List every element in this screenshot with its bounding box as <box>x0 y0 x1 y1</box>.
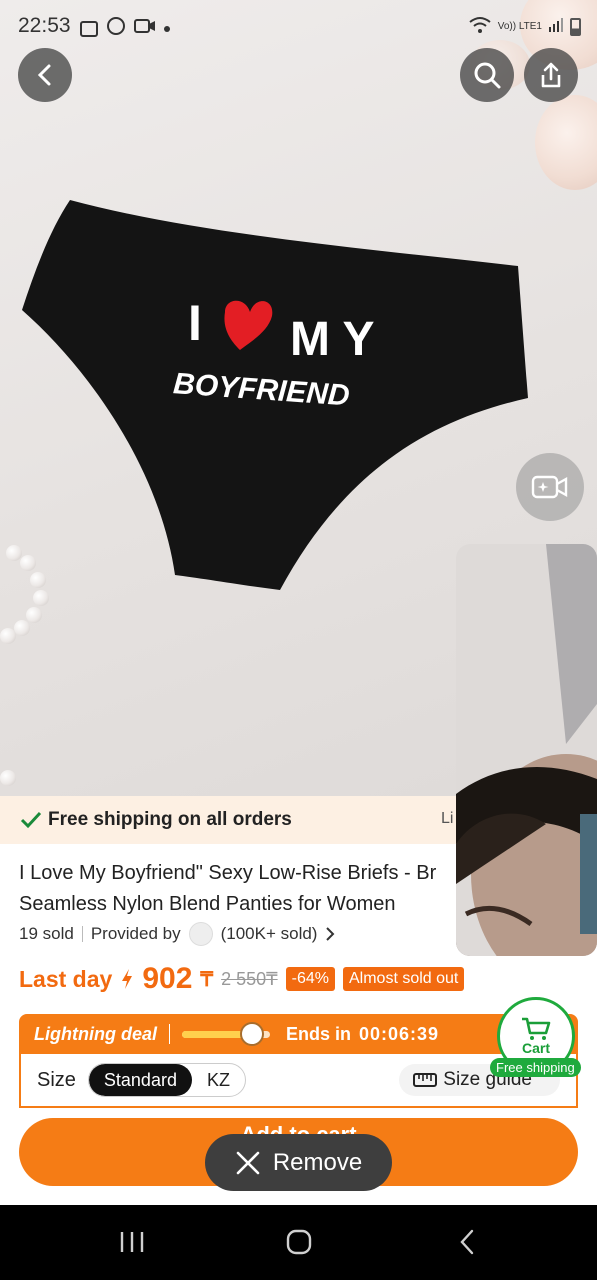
almost-sold-out-badge: Almost sold out <box>342 967 465 991</box>
print-text-my: M Y <box>290 313 374 366</box>
cart-label: Cart <box>521 1040 550 1056</box>
cart-free-shipping-badge: Free shipping <box>490 1058 581 1077</box>
divider <box>169 1024 170 1044</box>
back-button[interactable] <box>18 48 72 102</box>
product-title: I Love My Boyfriend" Sexy Low-Rise Brief… <box>19 858 456 920</box>
checkmark-icon <box>20 811 42 829</box>
store-sold-count[interactable]: (100K+ sold) <box>221 924 318 944</box>
ends-in-label: Ends in <box>286 1023 352 1044</box>
product-title-line2: Seamless Nylon Blend Panties for Women <box>19 893 396 915</box>
network-label: Vo)) LTE1 <box>497 21 542 32</box>
share-icon <box>541 62 561 88</box>
lightning-icon <box>122 969 133 989</box>
whatsapp-icon <box>106 16 126 41</box>
recent-apps-button[interactable] <box>112 1227 152 1257</box>
system-icons: Vo)) LTE1 <box>468 16 581 37</box>
search-button[interactable] <box>460 48 514 102</box>
remove-drop-target[interactable]: Remove <box>205 1134 392 1191</box>
last-day-label: Last day <box>19 965 113 992</box>
currency-symbol: ₸ <box>200 968 214 991</box>
lightning-deal-bar: Lightning deal Ends in 00:06:39 <box>19 1014 578 1054</box>
store-logo[interactable] <box>188 922 213 946</box>
deal-progress <box>182 1021 270 1046</box>
notification-icons <box>80 16 170 41</box>
floating-video-call[interactable] <box>456 544 597 956</box>
chevron-left-icon <box>37 64 51 86</box>
status-time: 22:53 <box>18 14 71 37</box>
battery-icon <box>570 17 581 36</box>
print-letter-i: I <box>188 295 202 351</box>
home-button[interactable] <box>279 1227 319 1257</box>
system-back-button[interactable] <box>447 1227 487 1257</box>
provided-by-label: Provided by <box>90 924 181 943</box>
product-video-button[interactable] <box>516 453 584 521</box>
deal-progress-fill <box>182 1030 248 1038</box>
video-call-icon <box>134 18 156 39</box>
discount-badge: -64% <box>285 967 335 991</box>
ruler-icon <box>413 1073 438 1087</box>
remove-label: Remove <box>272 1148 363 1176</box>
original-price: 2 550₸ <box>221 968 278 989</box>
gallery-icon <box>80 20 98 37</box>
recent-apps-icon <box>120 1232 144 1252</box>
countdown-timer: 00:06:39 <box>359 1023 440 1044</box>
free-shipping-text: Free shipping on all orders <box>48 809 292 830</box>
sold-count: 19 sold <box>19 924 74 943</box>
back-icon <box>460 1229 474 1255</box>
cart-icon <box>522 1017 551 1040</box>
banner-cut-text: Li <box>441 810 454 827</box>
wifi-icon <box>468 16 492 37</box>
size-option-kz[interactable]: KZ <box>192 1064 245 1096</box>
search-icon <box>474 62 501 89</box>
size-label: Size <box>37 1068 76 1091</box>
signal-icon <box>548 17 564 36</box>
more-notifications-dot <box>164 25 170 32</box>
share-button[interactable] <box>524 48 578 102</box>
video-sparkle-icon <box>531 475 568 499</box>
status-bar: 22:53 Vo)) LTE1 <box>0 0 597 50</box>
product-meta: 19 sold Provided by (100K+ sold) <box>19 922 335 946</box>
product-title-line1: I Love My Boyfriend" Sexy Low-Rise Brief… <box>19 862 437 884</box>
current-price: 902 <box>142 962 193 995</box>
alarm-clock-icon <box>240 1021 264 1046</box>
lightning-deal-label: Lightning deal <box>34 1023 157 1044</box>
video-feed <box>456 544 597 956</box>
size-option-standard[interactable]: Standard <box>88 1064 192 1096</box>
close-icon <box>236 1151 260 1174</box>
size-options: Standard KZ <box>87 1063 246 1097</box>
divider <box>81 926 83 942</box>
chevron-right-icon[interactable] <box>325 926 335 942</box>
home-icon <box>286 1229 312 1255</box>
price-row: Last day 902 ₸ 2 550₸ -64% Almost sold o… <box>19 962 465 996</box>
system-navigation-bar <box>0 1205 597 1280</box>
